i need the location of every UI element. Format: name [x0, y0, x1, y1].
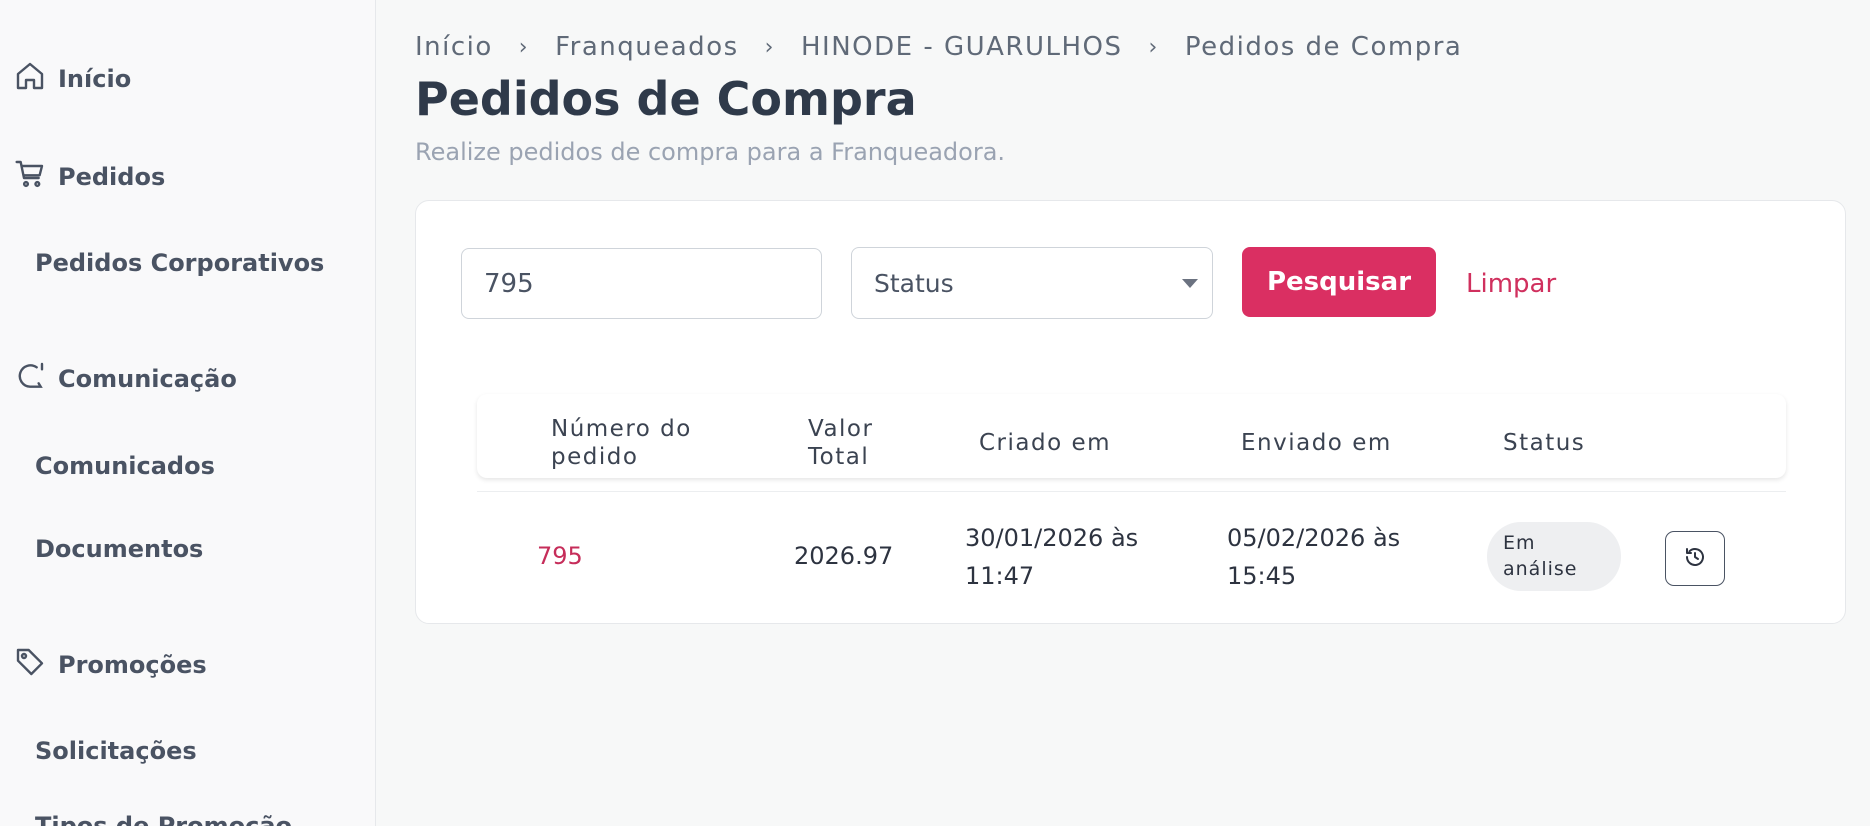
- column-header-numero[interactable]: Número do pedido: [551, 415, 692, 471]
- date-text: 30/01/2026 às: [965, 524, 1139, 552]
- chevron-right-icon: ›: [518, 34, 530, 60]
- chevron-right-icon: ›: [1148, 34, 1159, 60]
- column-header-criado[interactable]: Criado em: [979, 429, 1111, 457]
- column-header-text: Número do: [551, 416, 692, 442]
- tag-icon: [14, 646, 46, 684]
- sidebar-item-promocoes[interactable]: Promoções: [14, 646, 207, 684]
- sidebar-item-comunicados[interactable]: Comunicados: [35, 452, 215, 480]
- status-select[interactable]: Status: [851, 247, 1213, 319]
- page-title: Pedidos de Compra: [415, 72, 917, 126]
- column-header-text: Total: [808, 444, 870, 470]
- order-created-at: 30/01/2026 às 11:47: [965, 519, 1138, 595]
- sidebar-item-pedidos[interactable]: Pedidos: [14, 158, 165, 196]
- status-text: Em: [1503, 532, 1536, 554]
- column-header-text: Valor: [808, 416, 874, 442]
- search-input[interactable]: [461, 248, 822, 319]
- divider: [477, 491, 1786, 492]
- sidebar-item-pedidos-corporativos[interactable]: Pedidos Corporativos: [35, 249, 324, 277]
- sidebar-item-documentos[interactable]: Documentos: [35, 535, 203, 563]
- column-header-enviado[interactable]: Enviado em: [1241, 429, 1392, 457]
- history-icon: [1683, 545, 1707, 573]
- order-number-link[interactable]: 795: [537, 537, 583, 575]
- date-text: 05/02/2026 às: [1227, 524, 1401, 552]
- sidebar-item-inicio[interactable]: Início: [14, 60, 131, 98]
- cart-icon: [14, 158, 46, 196]
- page-subtitle: Realize pedidos de compra para a Franque…: [415, 138, 1006, 166]
- time-text: 11:47: [965, 562, 1035, 590]
- breadcrumb: Início › Franqueados › HINODE - GUARULHO…: [415, 32, 1462, 62]
- sidebar-item-tipos-promocao[interactable]: Tipos de Promoção: [35, 812, 292, 826]
- breadcrumb-item-franchisee[interactable]: HINODE - GUARULHOS: [801, 32, 1123, 62]
- clear-button[interactable]: Limpar: [1466, 269, 1556, 299]
- sidebar-item-solicitacoes[interactable]: Solicitações: [35, 737, 197, 765]
- order-sent-at: 05/02/2026 às 15:45: [1227, 519, 1400, 595]
- chat-icon: [14, 360, 46, 398]
- home-icon: [14, 60, 46, 98]
- status-select-label: Status: [874, 268, 954, 298]
- time-text: 15:45: [1227, 562, 1297, 590]
- column-header-valor[interactable]: Valor Total: [808, 415, 873, 471]
- chevron-down-icon: [1182, 279, 1198, 288]
- breadcrumb-item-franqueados[interactable]: Franqueados: [555, 32, 739, 62]
- sidebar-item-label: Pedidos: [58, 163, 166, 191]
- sidebar-item-label: Início: [58, 65, 132, 93]
- orders-card: Status Pesquisar Limpar Número do pedido…: [415, 200, 1846, 624]
- breadcrumb-item-inicio[interactable]: Início: [415, 32, 493, 62]
- status-text: análise: [1503, 558, 1578, 580]
- status-badge: Em análise: [1487, 522, 1621, 591]
- history-button[interactable]: [1665, 531, 1725, 586]
- breadcrumb-item-current: Pedidos de Compra: [1184, 32, 1463, 62]
- column-header-status[interactable]: Status: [1503, 429, 1585, 457]
- order-total: 2026.97: [794, 542, 894, 570]
- sidebar: Início Pedidos Pedidos Corporativos Comu…: [0, 0, 376, 826]
- sidebar-item-comunicacao[interactable]: Comunicação: [14, 360, 237, 398]
- sidebar-item-label: Comunicação: [58, 365, 237, 393]
- search-button[interactable]: Pesquisar: [1242, 247, 1436, 317]
- sidebar-item-label: Promoções: [58, 651, 207, 679]
- chevron-right-icon: ›: [764, 34, 775, 60]
- column-header-text: pedido: [551, 444, 639, 470]
- table-header: Número do pedido Valor Total Criado em E…: [477, 394, 1786, 478]
